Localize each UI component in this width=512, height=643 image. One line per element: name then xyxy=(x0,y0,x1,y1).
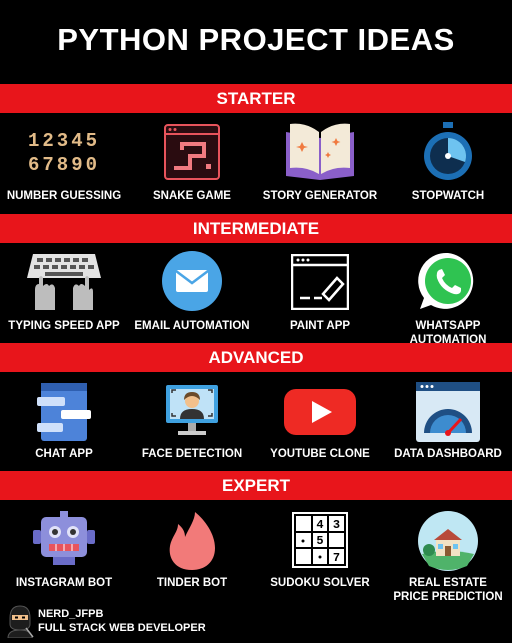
footer-credit: NERD_JFPB FULL STACK WEB DEVELOPER xyxy=(4,600,234,639)
page-title: PYTHON PROJECT IDEAS xyxy=(57,22,455,57)
snake-game-icon xyxy=(164,124,220,185)
section-header-intermediate: INTERMEDIATE xyxy=(0,214,512,243)
youtube-play-icon xyxy=(282,387,358,442)
paint-window-icon xyxy=(290,253,350,315)
stopwatch-icon xyxy=(418,120,478,187)
label-line: PRICE PREDICTION xyxy=(393,591,503,603)
sudoku-digit: 4 xyxy=(316,518,323,532)
sudoku-digit: 3 xyxy=(333,518,340,532)
project-label: STOPWATCH xyxy=(411,190,485,202)
keyboard-hands-icon xyxy=(25,250,103,317)
section-header-advanced: ADVANCED xyxy=(0,343,512,372)
number-icon-row2: 67890 xyxy=(28,154,100,176)
sudoku-digit: 7 xyxy=(333,551,340,565)
chat-window-icon xyxy=(35,381,93,448)
project-label: EMAIL AUTOMATION xyxy=(134,320,250,332)
project-label: YOUTUBE CLONE xyxy=(270,448,370,460)
number-digits-icon: 12345 67890 xyxy=(24,122,104,181)
footer-handle: NERD_JFPB xyxy=(38,608,104,620)
project-label: TINDER BOT xyxy=(156,577,228,589)
sudoku-grid-icon: 4 3 5 7 xyxy=(291,511,349,574)
project-label: INSTAGRAM BOT xyxy=(15,577,113,589)
project-label: SNAKE GAME xyxy=(153,190,231,202)
project-label: REAL ESTATE PRICE PREDICTION xyxy=(376,576,512,604)
label-line: REAL ESTATE xyxy=(409,577,487,589)
project-label: SUDOKU SOLVER xyxy=(270,577,370,589)
envelope-icon xyxy=(161,250,223,317)
gauge-dashboard-icon xyxy=(415,381,481,448)
face-scan-icon xyxy=(162,383,222,446)
robot-icon xyxy=(31,510,97,575)
project-label: STORY GENERATOR xyxy=(262,190,378,202)
section-header-expert: EXPERT xyxy=(0,471,512,500)
house-icon xyxy=(417,510,479,577)
whatsapp-icon xyxy=(417,250,479,317)
project-label: PAINT APP xyxy=(289,320,351,332)
open-book-icon xyxy=(282,120,358,185)
footer-role: FULL STACK WEB DEVELOPER xyxy=(38,622,206,634)
ninja-avatar-icon xyxy=(6,604,34,643)
project-label: NUMBER GUESSING xyxy=(6,190,122,202)
project-label: FACE DETECTION xyxy=(141,448,243,460)
number-icon-row1: 12345 xyxy=(28,130,100,152)
section-header-starter: STARTER xyxy=(0,84,512,113)
project-label: CHAT APP xyxy=(35,448,93,460)
project-label: TYPING SPEED APP xyxy=(8,320,120,332)
project-label: DATA DASHBOARD xyxy=(394,448,502,460)
flame-icon xyxy=(165,510,219,577)
sudoku-digit: 5 xyxy=(316,534,323,548)
